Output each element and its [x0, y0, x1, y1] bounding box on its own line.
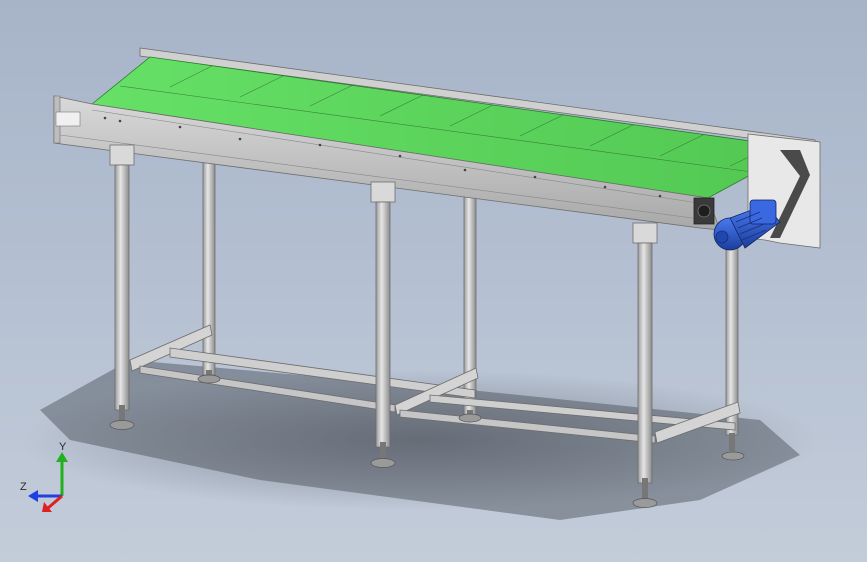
- x-axis-icon: [47, 494, 63, 510]
- coordinate-triad-icon: Y Z: [20, 441, 68, 512]
- conveyor-model[interactable]: [0, 0, 867, 562]
- end-cap: [55, 111, 81, 127]
- y-axis-label: Y: [59, 441, 67, 453]
- cad-viewport[interactable]: Y Z: [0, 0, 867, 562]
- z-axis-label: Z: [20, 481, 27, 493]
- drive-motor[interactable]: [713, 199, 781, 251]
